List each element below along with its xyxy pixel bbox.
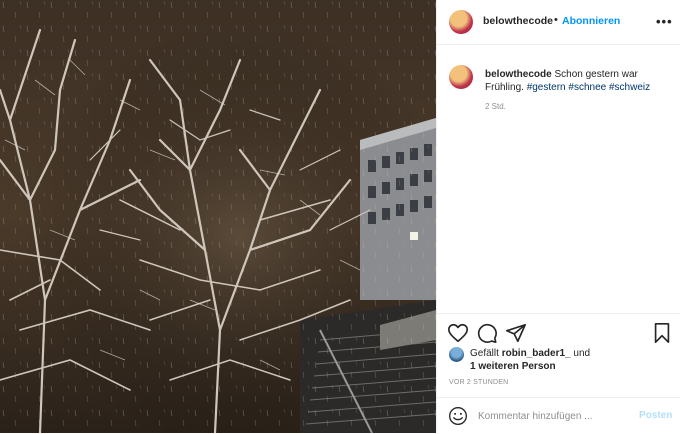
avatar[interactable] — [449, 10, 473, 34]
likes-line: Gefällt robin_bader1_ und — [470, 348, 590, 359]
likes-others-link[interactable]: 1 weiteren Person — [470, 361, 556, 372]
share-icon[interactable] — [505, 322, 527, 344]
likes-prefix: Gefällt — [470, 348, 499, 359]
more-icon[interactable]: ••• — [656, 14, 673, 29]
bookmark-icon[interactable] — [651, 322, 673, 344]
emoji-icon[interactable] — [448, 406, 468, 426]
caption-username[interactable]: belowthecode — [485, 69, 552, 80]
separator-dot: • — [554, 14, 558, 26]
comment-input[interactable] — [478, 408, 628, 424]
post-comment-button[interactable]: Posten — [639, 410, 672, 421]
comment-icon[interactable] — [476, 322, 498, 344]
hashtag-link[interactable]: #schweiz — [609, 82, 650, 93]
post-sidebar: belowthecode • Abonnieren ••• belowtheco… — [436, 0, 680, 433]
follow-button[interactable]: Abonnieren — [562, 15, 620, 27]
instagram-post: belowthecode • Abonnieren ••• belowtheco… — [0, 0, 680, 433]
username-link[interactable]: belowthecode — [483, 15, 553, 27]
hashtag-link[interactable]: #schnee — [568, 82, 606, 93]
liker-username[interactable]: robin_bader1_ — [502, 348, 571, 359]
caption-avatar[interactable] — [449, 65, 473, 89]
post-photo[interactable] — [0, 0, 436, 433]
post-caption: belowthecode Schon gestern war Frühling.… — [485, 68, 671, 94]
liker-avatar[interactable] — [449, 347, 464, 362]
heart-icon[interactable] — [447, 322, 469, 344]
post-header: belowthecode • Abonnieren ••• — [437, 0, 680, 45]
hashtag-link[interactable]: #gestern — [527, 82, 566, 93]
action-bar — [437, 313, 680, 350]
likes-connector: und — [573, 348, 591, 359]
comment-bar: Posten — [437, 397, 680, 434]
post-timestamp[interactable]: VOR 2 STUNDEN — [449, 379, 508, 386]
caption-time: 2 Std. — [485, 102, 506, 111]
